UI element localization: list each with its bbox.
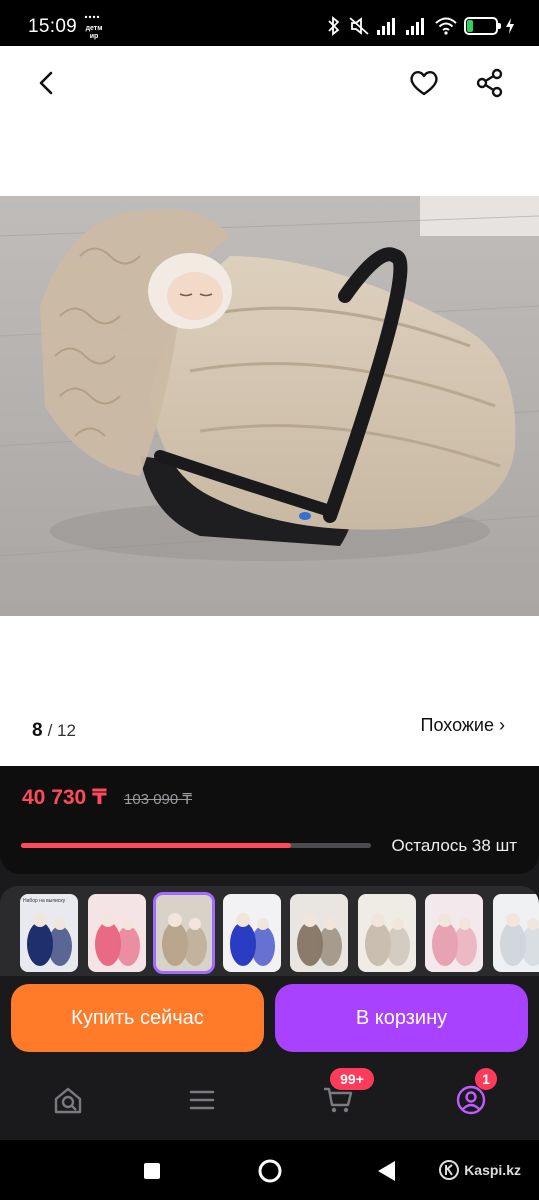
thumbnail-label: Набор на выписку (23, 898, 66, 904)
current-price: 40 730 ₸ (22, 786, 107, 809)
product-photo[interactable] (0, 196, 539, 616)
product-gallery-area: 8 / 12 Похожие › (0, 46, 539, 766)
share-button[interactable] (473, 66, 507, 100)
favorite-button[interactable] (407, 66, 441, 100)
thumbnail-item[interactable] (222, 894, 281, 972)
thumbnail-item[interactable] (290, 894, 348, 972)
battery-level: 25 (474, 20, 488, 32)
similar-products-link[interactable]: Похожие › (421, 715, 505, 736)
mute-icon (349, 17, 369, 35)
thumbnail-item[interactable] (425, 894, 483, 972)
gallery-pager: 8 / 12 (32, 720, 76, 742)
heart-icon (410, 70, 438, 96)
gallery-total: / 12 (47, 721, 76, 740)
tab-profile[interactable]: 1 (447, 1068, 497, 1124)
watermark-text: Kaspi.kz (464, 1162, 521, 1178)
system-back-button[interactable] (376, 1160, 396, 1187)
cart-badge: 99+ (330, 1068, 374, 1090)
home-button[interactable] (257, 1158, 283, 1189)
circle-icon (258, 1159, 282, 1183)
battery-fill (467, 20, 473, 32)
thumbnail-image (297, 913, 342, 966)
thumbnail-item[interactable] (87, 894, 146, 972)
price-card: 40 730 ₸ 103 090 ₸ Осталось 38 шт (0, 766, 539, 874)
menu-icon (189, 1090, 215, 1110)
detmir-app-icon: детмир (84, 15, 104, 40)
back-button[interactable] (30, 66, 64, 100)
system-navigation-bar: Kaspi.kz (0, 1140, 539, 1200)
thumbnail-item[interactable] (153, 892, 215, 974)
tab-catalog[interactable] (178, 1076, 226, 1124)
triangle-back-icon (378, 1161, 395, 1181)
square-icon (144, 1163, 160, 1179)
thumbnail-item[interactable]: Набор на выписку (20, 894, 78, 972)
thumbnail-image (27, 913, 72, 966)
add-to-cart-button[interactable]: В корзину (275, 984, 528, 1052)
thumbnail-image (229, 913, 275, 966)
status-icons: 25 (327, 14, 515, 38)
thumbnail-item[interactable] (492, 894, 539, 972)
bluetooth-icon (328, 16, 340, 36)
tab-cart[interactable]: 99+ (314, 1068, 374, 1124)
profile-badge: 1 (475, 1068, 497, 1090)
kaspi-watermark: Kaspi.kz (439, 1160, 521, 1180)
wifi-icon (435, 17, 457, 35)
tab-home[interactable] (44, 1076, 92, 1124)
thumbnail-image (94, 913, 140, 966)
chevron-left-icon (39, 71, 53, 95)
battery-indicator: 25 (464, 17, 501, 35)
purchase-panel: 40 730 ₸ 103 090 ₸ Осталось 38 шт Набор … (0, 766, 539, 1200)
signal-icon (377, 18, 395, 35)
bottom-tab-bar: 99+ 1 (0, 1064, 539, 1140)
thumbnail-item[interactable] (357, 894, 416, 972)
charging-icon (506, 18, 514, 34)
thumbnail-image (499, 913, 539, 966)
signal-icon-2 (406, 18, 424, 35)
buy-now-button[interactable]: Купить сейчас (11, 984, 264, 1052)
thumbnail-image (364, 913, 410, 966)
recents-button[interactable] (143, 1162, 161, 1185)
thumbnail-strip[interactable]: Набор на выписку (0, 886, 539, 976)
kaspi-logo-icon (439, 1160, 460, 1180)
stock-progress-fill (21, 843, 291, 848)
detmir-app-icon-text: детмир (85, 25, 103, 40)
stock-progress-bar (21, 843, 371, 848)
home-search-icon (54, 1087, 82, 1114)
status-bar: 15:09 детмир 25 (0, 0, 539, 52)
old-price: 103 090 ₸ (124, 791, 192, 808)
status-time: 15:09 (28, 16, 78, 37)
car-seat-with-baby-photo (0, 196, 539, 616)
stock-remaining: Осталось 38 шт (391, 836, 517, 855)
thumbnail-image (432, 913, 477, 966)
gallery-current-index: 8 (32, 720, 43, 741)
thumbnail-image (162, 913, 207, 966)
share-icon (476, 68, 503, 98)
